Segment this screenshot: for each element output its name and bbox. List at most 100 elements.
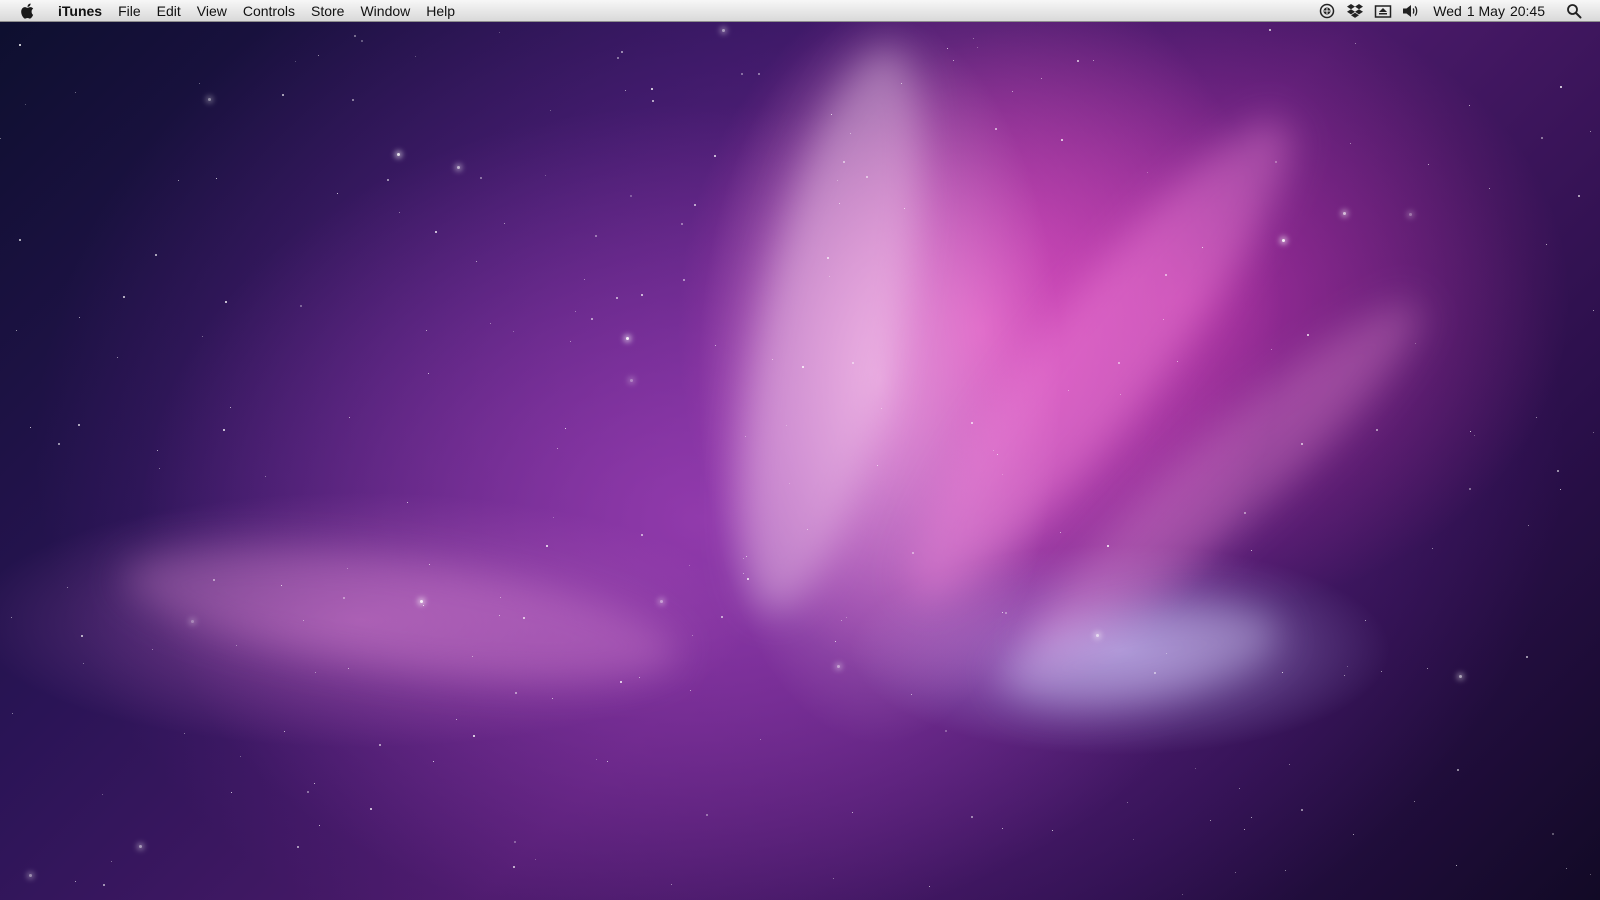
star — [1282, 239, 1285, 242]
eject-icon[interactable] — [1372, 0, 1394, 22]
star — [1590, 874, 1591, 875]
star — [553, 517, 554, 518]
volume-icon[interactable] — [1400, 0, 1422, 22]
star — [1005, 612, 1007, 614]
star — [343, 597, 345, 599]
star — [1002, 474, 1003, 475]
star — [315, 672, 316, 673]
star — [282, 94, 284, 96]
star — [971, 816, 973, 818]
spotlight-search-icon[interactable] — [1563, 0, 1585, 22]
star — [423, 605, 424, 606]
star — [1409, 213, 1412, 216]
star — [947, 48, 948, 49]
app-menu-itunes[interactable]: iTunes — [50, 0, 110, 22]
star — [722, 29, 725, 32]
star — [1127, 802, 1128, 803]
sync-icon[interactable] — [1316, 0, 1338, 22]
star — [1353, 834, 1354, 835]
star — [1244, 829, 1245, 830]
star — [1355, 43, 1356, 44]
star — [881, 408, 882, 409]
star — [760, 739, 761, 740]
star — [584, 279, 585, 280]
star — [1526, 656, 1528, 658]
star — [1285, 870, 1286, 871]
star — [1541, 137, 1543, 139]
star — [1239, 788, 1240, 789]
star — [852, 812, 853, 813]
star — [19, 44, 21, 46]
star — [850, 133, 851, 134]
star — [420, 600, 423, 603]
star — [715, 345, 716, 346]
star — [25, 104, 26, 105]
star — [1376, 429, 1378, 431]
star — [1459, 675, 1462, 678]
star — [721, 616, 723, 618]
star — [620, 681, 622, 683]
menu-edit[interactable]: Edit — [149, 0, 189, 22]
star — [1077, 60, 1079, 62]
star — [1428, 164, 1429, 165]
star — [1271, 349, 1272, 350]
menu-bar-clock[interactable]: Wed 1 May 20:45 — [1425, 0, 1560, 22]
star — [223, 429, 225, 431]
star — [1093, 60, 1094, 61]
star — [1118, 362, 1120, 364]
star — [630, 195, 632, 197]
star — [945, 730, 947, 732]
star — [1301, 443, 1303, 445]
star — [139, 845, 142, 848]
star — [297, 846, 299, 848]
star — [1365, 620, 1366, 621]
star — [591, 318, 593, 320]
star — [1590, 131, 1591, 132]
star — [1546, 244, 1547, 245]
star — [490, 323, 491, 324]
menu-help[interactable]: Help — [418, 0, 463, 22]
star — [499, 615, 500, 616]
star — [354, 35, 356, 37]
star — [607, 761, 608, 762]
star — [199, 83, 200, 84]
star — [977, 47, 978, 48]
star — [1456, 865, 1457, 866]
star — [1414, 801, 1415, 802]
star — [807, 529, 808, 530]
menu-controls[interactable]: Controls — [235, 0, 303, 22]
star — [1343, 212, 1346, 215]
star — [348, 668, 349, 669]
apple-logo-icon[interactable] — [16, 0, 38, 22]
star — [997, 454, 998, 455]
star — [1002, 828, 1003, 829]
star — [772, 359, 773, 360]
menu-bar-left: iTunes File Edit View Controls Store Win… — [0, 0, 463, 22]
star — [504, 223, 505, 224]
star — [671, 884, 672, 885]
star — [75, 881, 76, 882]
menu-store[interactable]: Store — [303, 0, 352, 22]
menu-file[interactable]: File — [110, 0, 149, 22]
star — [500, 597, 501, 598]
star — [523, 617, 525, 619]
star — [476, 261, 477, 262]
star — [557, 448, 558, 449]
menu-window[interactable]: Window — [352, 0, 418, 22]
star — [78, 424, 80, 426]
star — [1457, 769, 1459, 771]
star — [911, 694, 912, 695]
star — [300, 305, 302, 307]
star — [706, 814, 708, 816]
star — [67, 587, 68, 588]
dropbox-icon[interactable] — [1344, 0, 1366, 22]
star — [550, 110, 551, 111]
star — [152, 649, 153, 650]
star — [1012, 91, 1013, 92]
star — [281, 585, 282, 586]
star — [639, 677, 640, 678]
star — [1344, 675, 1345, 676]
star — [747, 578, 749, 580]
menu-view[interactable]: View — [189, 0, 235, 22]
star — [1560, 489, 1561, 490]
